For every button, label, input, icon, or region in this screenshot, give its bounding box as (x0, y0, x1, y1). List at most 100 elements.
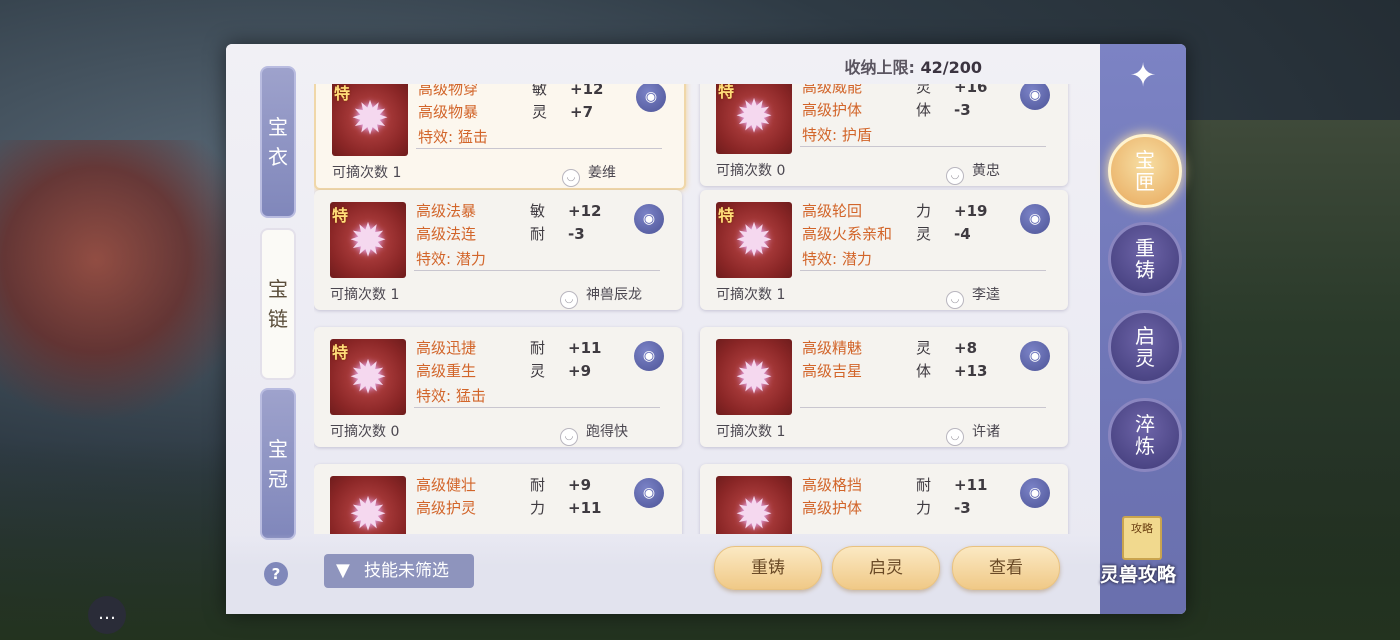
stat-attr: 灵 (530, 362, 546, 380)
star-ornament-icon: ✹ (734, 89, 774, 143)
removal-count: 可摘次数 1 (716, 287, 786, 303)
stat-name: 高级重生 (416, 362, 477, 380)
stat-value: +11 (568, 339, 602, 357)
tab-baoguan[interactable]: 宝 冠 (260, 388, 296, 540)
treasure-card[interactable]: ✹ 特高级物穿敏 +12 高级物暴灵 +7 特效: 猛击 可摘次数 1 ◡ 姜维 ◉ (314, 84, 686, 190)
eye-icon[interactable]: ◉ (1020, 84, 1050, 110)
recast-button[interactable]: 重铸 (714, 546, 822, 590)
stat-name: 高级轮回 (802, 202, 863, 220)
removal-count: 可摘次数 0 (330, 424, 400, 440)
special-badge: 特 (718, 206, 735, 225)
star-ornament-icon: ✹ (734, 350, 774, 404)
special-effect: 特效: 护盾 (802, 126, 872, 144)
nav-char: 宝 (1135, 148, 1155, 172)
treasure-card[interactable]: ✹ 特高级法暴敏 +12 高级法连耐 -3 特效: 潜力 可摘次数 1 ◡ 神兽辰龙 ◉ (314, 190, 682, 310)
stat-row: 高级威能 灵 +16 (802, 84, 1022, 98)
tab-char: 衣 (268, 145, 288, 169)
owner-name: 黄忠 (972, 163, 1000, 179)
treasure-list[interactable]: ✹ 特高级物穿敏 +12 高级物暴灵 +7 特效: 猛击 可摘次数 1 ◡ 姜维 ◉ ✹ 特高级威能灵… (314, 84, 1074, 534)
eye-icon[interactable]: ◉ (634, 341, 664, 371)
stat-name: 高级健壮 (416, 476, 477, 494)
chat-button[interactable]: … (88, 596, 126, 634)
stat-row: 高级吉星 体 +13 (802, 360, 1022, 382)
stat-attr: 耐 (530, 339, 546, 357)
star-ornament-icon: ✹ (734, 213, 774, 267)
special-badge: 特 (334, 84, 351, 103)
stat-name: 高级物穿 (418, 84, 479, 98)
nav-baoxia[interactable]: 宝 匣 (1108, 134, 1182, 208)
treasure-card[interactable]: ✹ 高级健壮 耐 +9 高级护灵 力 +11 ◉ (314, 464, 682, 534)
treasure-card[interactable]: ✹ 高级格挡 耐 +11 高级护体 力 -3 ◉ (700, 464, 1068, 534)
treasure-card[interactable]: ✹ 高级精魅 灵 +8 高级吉星 体 +13 可摘次数 1 ◡ 许诸 ◉ (700, 327, 1068, 447)
capacity-value: 42/200 (920, 58, 982, 77)
stat-attr: 灵 (916, 339, 932, 357)
stat-row: 高级物暴 灵 +7 (418, 101, 638, 123)
stat-attr: 敏 (532, 84, 548, 98)
stat-name: 高级法连 (416, 225, 477, 243)
removal-count: 可摘次数 1 (716, 424, 786, 440)
nav-char: 启 (1135, 324, 1155, 348)
eye-icon[interactable]: ◉ (1020, 478, 1050, 508)
stat-row: 高级迅捷 耐 +11 (416, 337, 636, 359)
view-button[interactable]: 查看 (952, 546, 1060, 590)
nav-qiling[interactable]: 启 灵 (1108, 310, 1182, 384)
owner-face-icon: ◡ (560, 428, 578, 446)
guide-book-icon: 攻略 (1122, 516, 1162, 560)
star-ornament-icon: ✹ (348, 213, 388, 267)
special-effect: 特效: 猛击 (418, 128, 488, 146)
stat-row: 高级物穿 敏 +12 (418, 84, 638, 100)
divider (416, 148, 662, 149)
stat-value: +12 (570, 84, 604, 98)
eye-icon[interactable]: ◉ (1020, 341, 1050, 371)
stat-attr: 体 (916, 362, 932, 380)
removal-count: 可摘次数 1 (332, 165, 402, 181)
stat-value: +11 (568, 499, 602, 517)
special-badge: 特 (332, 206, 349, 225)
eye-icon[interactable]: ◉ (1020, 204, 1050, 234)
removal-count: 可摘次数 0 (716, 163, 786, 179)
stat-row: 高级法连 耐 -3 (416, 223, 636, 245)
eye-icon[interactable]: ◉ (634, 478, 664, 508)
skill-filter-button[interactable]: ▼ 技能未筛选 (324, 554, 474, 588)
stat-attr: 耐 (916, 476, 932, 494)
divider (800, 270, 1046, 271)
nav-chongzhu[interactable]: 重 铸 (1108, 222, 1182, 296)
guide-label: 灵兽攻略 (1100, 564, 1177, 586)
eye-icon[interactable]: ◉ (636, 84, 666, 112)
owner-face-icon: ◡ (946, 291, 964, 309)
stat-value: +9 (568, 362, 592, 380)
treasure-card[interactable]: ✹ 特高级威能灵 +16 高级护体体 -3 特效: 护盾 可摘次数 0 ◡ 黄忠 ◉ (700, 84, 1068, 186)
beast-guide-button[interactable]: 攻略 灵兽攻略 (1100, 516, 1190, 590)
treasure-card[interactable]: ✹ 特高级迅捷耐 +11 高级重生灵 +9 特效: 猛击 可摘次数 0 ◡ 跑得快 ◉ (314, 327, 682, 447)
nav-cuilian[interactable]: 淬 炼 (1108, 398, 1182, 472)
tab-char: 宝 (268, 437, 288, 461)
tab-char: 链 (268, 307, 288, 331)
stat-row: 高级精魅 灵 +8 (802, 337, 1022, 359)
stat-row: 高级格挡 耐 +11 (802, 474, 1022, 496)
stat-value: -4 (954, 225, 971, 243)
help-button[interactable]: ? (264, 562, 288, 586)
filter-label: 技能未筛选 (364, 561, 449, 581)
stat-attr: 力 (916, 499, 932, 517)
star-ornament-icon: ✹ (348, 487, 388, 534)
filter-icon: ▼ (336, 560, 350, 581)
tab-baoyi[interactable]: 宝 衣 (260, 66, 296, 218)
stat-name: 高级火系亲和 (802, 225, 893, 243)
awaken-button[interactable]: 启灵 (832, 546, 940, 590)
owner-face-icon: ◡ (946, 167, 964, 185)
owner-face-icon: ◡ (560, 291, 578, 309)
panel-content: 收纳上限: 42/200 宝 衣 宝 链 宝 冠 ✹ 特高级物穿敏 +12 高级物暴灵… (226, 44, 1100, 614)
special-effect: 特效: 潜力 (416, 250, 486, 268)
owner-name: 姜维 (588, 165, 616, 181)
stat-attr: 灵 (532, 103, 548, 121)
tab-baolian[interactable]: 宝 链 (260, 228, 296, 380)
treasure-panel: 收纳上限: 42/200 宝 衣 宝 链 宝 冠 ✹ 特高级物穿敏 +12 高级物暴灵… (226, 44, 1186, 614)
special-badge: 特 (718, 84, 735, 101)
treasure-card[interactable]: ✹ 特高级轮回力 +19 高级火系亲和灵 -4 特效: 潜力 可摘次数 1 ◡ 李逵 ◉ (700, 190, 1068, 310)
nav-char: 灵 (1135, 346, 1155, 370)
nav-char: 淬 (1135, 412, 1155, 436)
stat-value: +7 (570, 103, 594, 121)
owner: ◡ 黄忠 (946, 160, 1000, 185)
special-badge: 特 (332, 343, 349, 362)
eye-icon[interactable]: ◉ (634, 204, 664, 234)
